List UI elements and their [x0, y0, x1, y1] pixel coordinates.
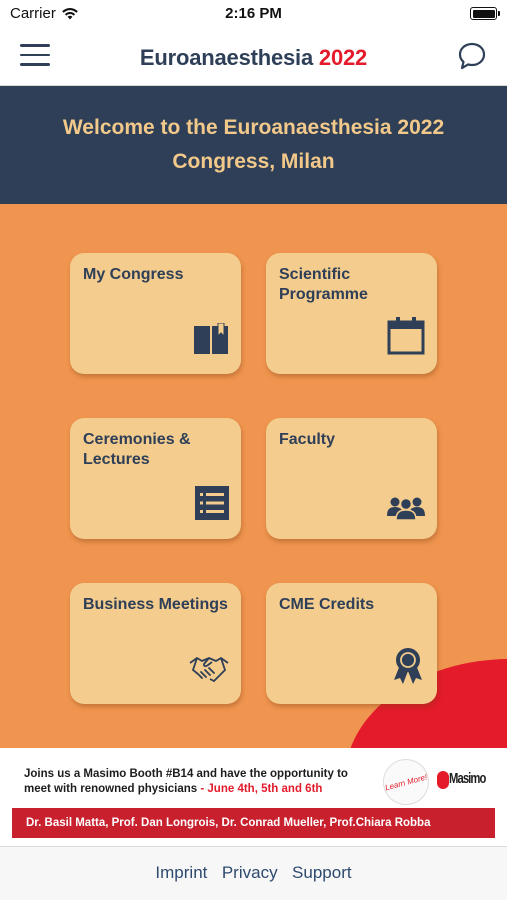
handshake-icon: [189, 653, 229, 690]
people-icon: [387, 494, 425, 525]
clock-time: 2:16 PM: [225, 5, 282, 22]
learn-more-button[interactable]: Learn More!: [377, 753, 435, 811]
list-icon: [195, 486, 229, 525]
tile-label: Ceremonies & Lectures: [83, 431, 191, 468]
footer: Imprint Privacy Support: [0, 846, 507, 900]
sponsor-banner[interactable]: Joins us a Masimo Booth #B14 and have th…: [0, 748, 507, 846]
calendar-icon: [387, 317, 425, 360]
menu-grid: My Congress Scientific Programme Ceremon…: [0, 204, 507, 748]
app-title-year: 2022: [318, 45, 368, 70]
tile-faculty[interactable]: Faculty: [266, 418, 437, 539]
welcome-heading: Welcome to the Euroanaesthesia 2022 Cong…: [62, 116, 445, 173]
battery-icon: [470, 7, 500, 20]
tile-cme-credits[interactable]: CME Credits: [266, 583, 437, 704]
masimo-logo-text: Masimo: [449, 770, 486, 787]
sponsor-message: Joins us a Masimo Booth #B14 and have th…: [24, 767, 374, 797]
tile-label: Scientific Programme: [279, 266, 368, 303]
masimo-logo: Masimo: [437, 766, 486, 794]
tile-label: Business Meetings: [83, 596, 228, 613]
tile-label: My Congress: [83, 266, 184, 283]
privacy-link[interactable]: Privacy: [222, 863, 278, 883]
book-icon: [193, 322, 229, 360]
tile-label: Faculty: [279, 431, 336, 448]
award-ribbon-icon: [391, 647, 425, 690]
tile-ceremonies-lectures[interactable]: Ceremonies & Lectures: [70, 418, 241, 539]
sponsor-dates: - June 4th, 5th and 6th: [197, 783, 323, 795]
tile-my-congress[interactable]: My Congress: [70, 253, 241, 374]
app-title-name: Euroanaesthesia: [139, 45, 313, 70]
app-title: Euroanaesthesia 2022: [0, 45, 507, 71]
welcome-banner: Welcome to the Euroanaesthesia 2022 Cong…: [0, 86, 507, 204]
speakers-strip: Dr. Basil Matta, Prof. Dan Longrois, Dr.…: [12, 808, 495, 838]
imprint-link[interactable]: Imprint: [155, 863, 207, 883]
tile-business-meetings[interactable]: Business Meetings: [70, 583, 241, 704]
chat-bubble-icon[interactable]: [457, 41, 487, 71]
tile-scientific-programme[interactable]: Scientific Programme: [266, 253, 437, 374]
nav-bar: Euroanaesthesia 2022: [0, 28, 507, 86]
masimo-logo-mark: [437, 771, 449, 789]
status-bar: Carrier 2:16 PM: [0, 0, 507, 28]
support-link[interactable]: Support: [292, 863, 352, 883]
tile-label: CME Credits: [279, 596, 375, 613]
